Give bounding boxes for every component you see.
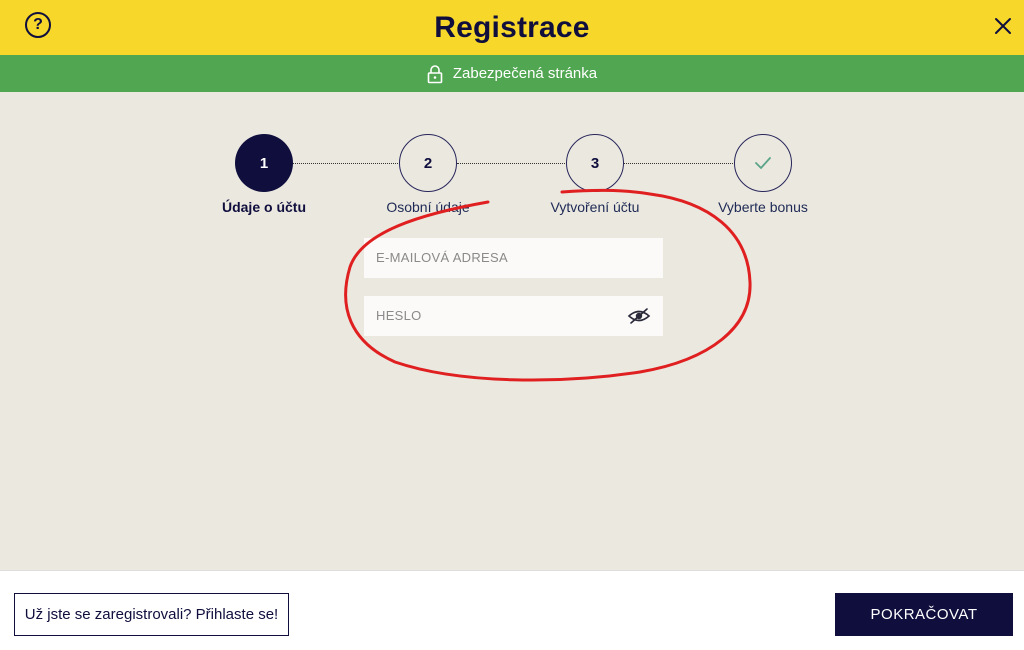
step-2-circle: 2 (399, 134, 457, 192)
step-3-circle: 3 (566, 134, 624, 192)
step-connector (293, 163, 400, 164)
password-placeholder: HESLO (376, 308, 422, 323)
step-4-label: Vyberte bonus (718, 199, 808, 215)
lock-icon (427, 64, 443, 83)
page-title: Registrace (434, 10, 590, 44)
close-icon (995, 18, 1011, 34)
step-1-number: 1 (259, 154, 269, 172)
step-1-circle: 1 (235, 134, 293, 192)
header-bar: ? Registrace (0, 0, 1024, 55)
step-4-circle (734, 134, 792, 192)
eye-hidden-icon (627, 308, 651, 324)
close-button[interactable] (990, 13, 1016, 39)
step-connector (624, 163, 735, 164)
step-2-number: 2 (423, 154, 433, 172)
step-3-label: Vytvoření účtu (550, 199, 640, 215)
password-field[interactable]: HESLO (364, 296, 663, 336)
step-2-label: Osobní údaje (386, 199, 470, 215)
email-placeholder: E-MAILOVÁ ADRESA (376, 250, 508, 265)
login-link-button[interactable]: Už jste se zaregistrovali? Přihlaste se! (14, 593, 289, 636)
registration-content: 1 2 3 Údaje o účtu Osobní údaje Vytvořen… (0, 92, 1024, 570)
footer-bar: Už jste se zaregistrovali? Přihlaste se!… (0, 570, 1024, 650)
step-3-number: 3 (590, 154, 600, 172)
question-circle-icon: ? (33, 16, 43, 33)
check-icon (755, 157, 771, 169)
email-field[interactable]: E-MAILOVÁ ADRESA (364, 238, 663, 278)
step-connector (457, 163, 567, 164)
help-button[interactable]: ? (25, 12, 51, 38)
continue-button[interactable]: POKRAČOVAT (835, 593, 1013, 636)
step-1-label: Údaje o účtu (221, 199, 306, 215)
password-visibility-toggle[interactable] (627, 306, 651, 326)
secure-page-label: Zabezpečená stránka (452, 65, 598, 82)
secure-page-banner: Zabezpečená stránka (0, 55, 1024, 92)
